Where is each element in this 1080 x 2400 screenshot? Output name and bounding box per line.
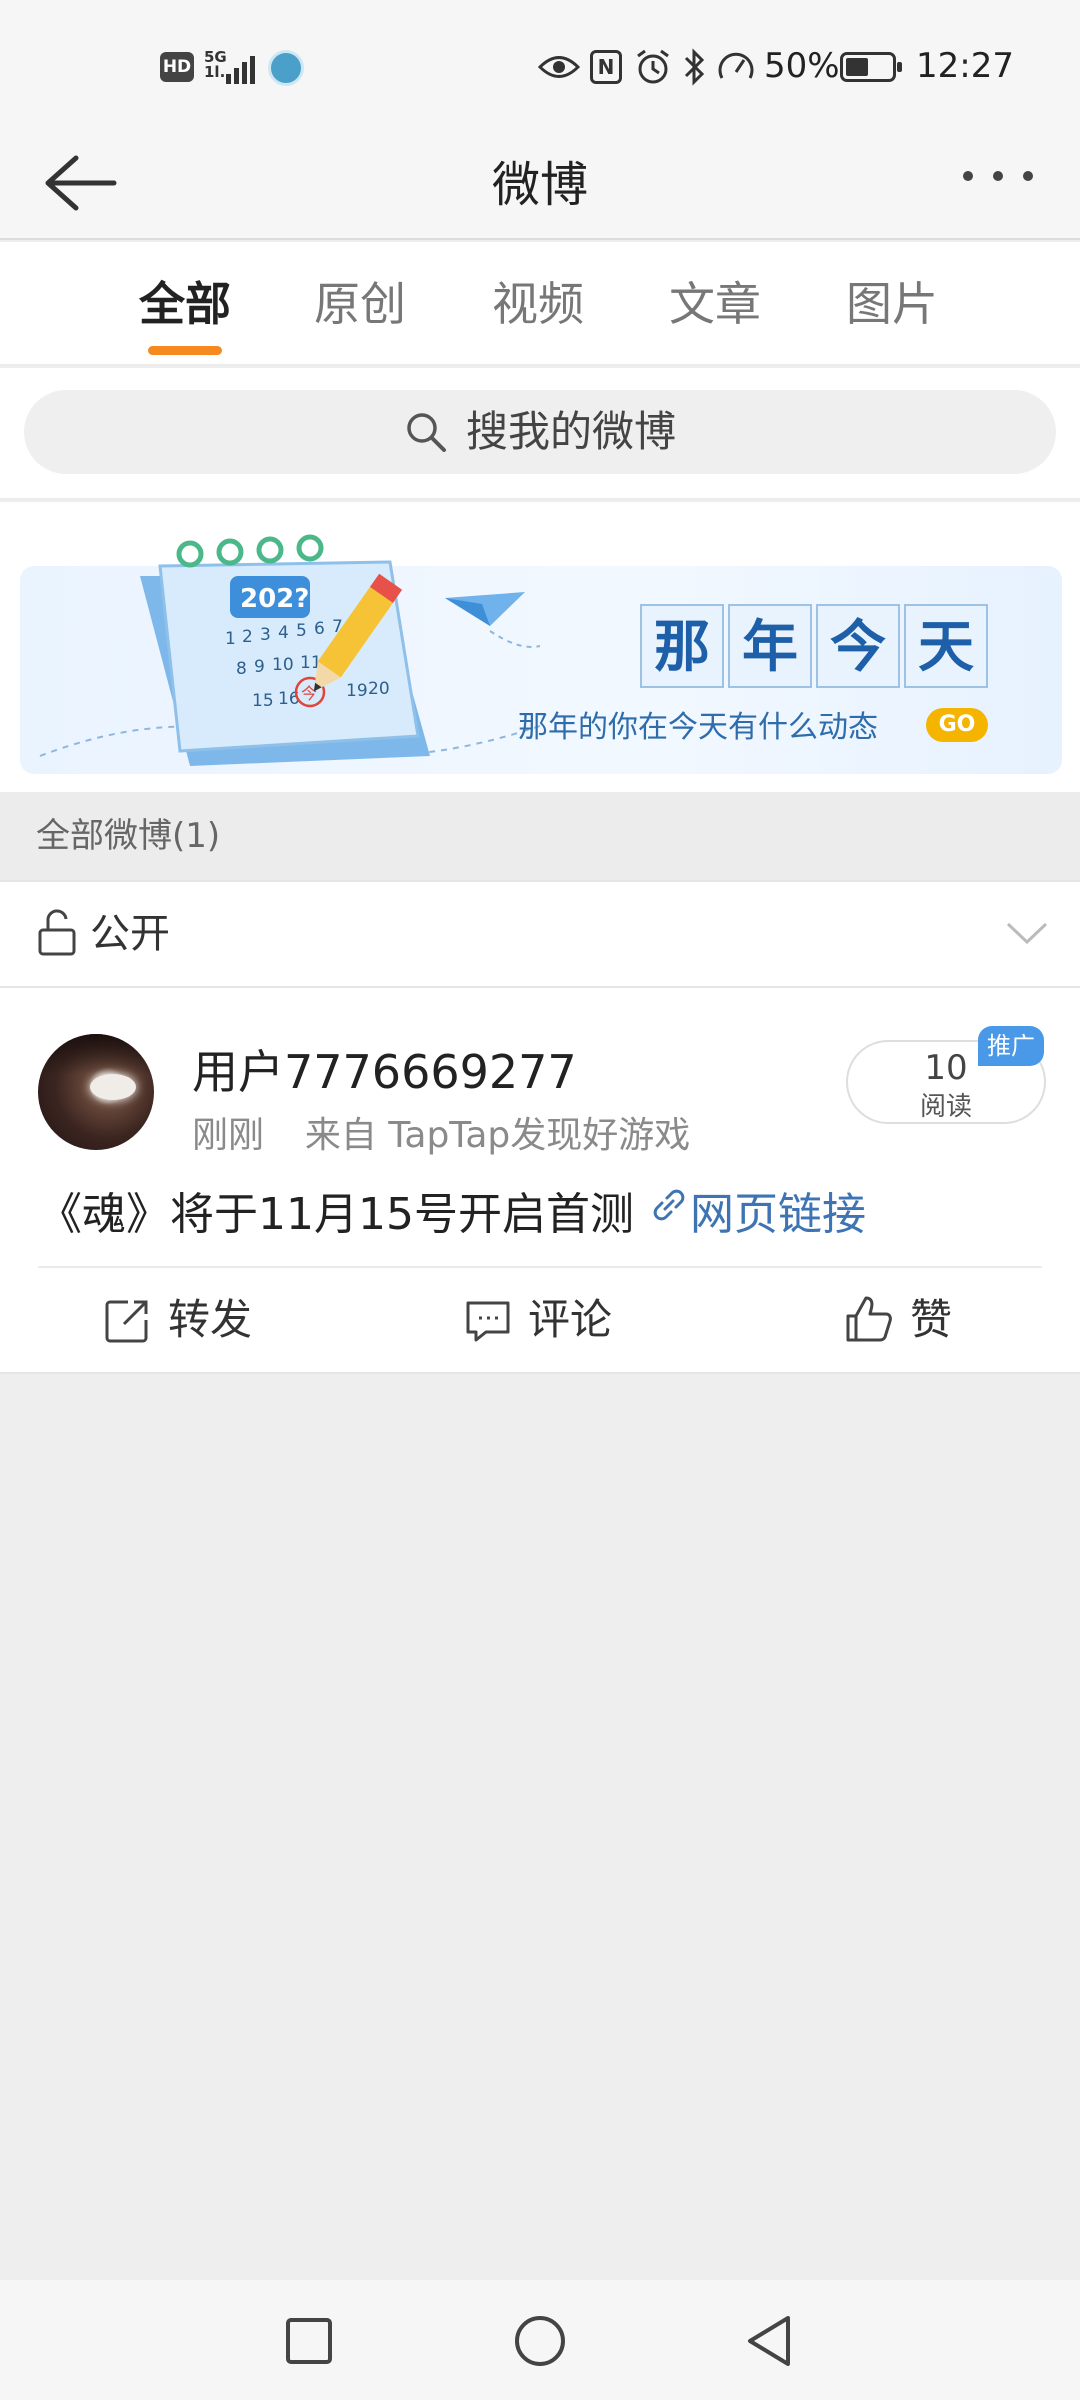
calendar-number: 10	[272, 655, 294, 675]
web-link[interactable]: 网页链接	[690, 1178, 866, 1242]
filter-tabs: 全部 原创 视频 文章 图片	[0, 242, 1080, 366]
search-icon	[407, 413, 446, 452]
banner-char-2: 年	[728, 604, 812, 688]
banner-char-3: 今	[816, 604, 900, 688]
tab-article[interactable]: 文章	[645, 242, 785, 366]
promo-tag: 推广	[978, 1026, 1044, 1066]
banner-char-1: 那	[640, 604, 724, 688]
like-icon	[846, 1296, 892, 1342]
back-nav-icon[interactable]	[744, 2314, 794, 2368]
tab-video[interactable]: 视频	[468, 242, 608, 366]
active-tab-indicator	[148, 346, 222, 355]
post-source[interactable]: 来自 TapTap发现好游戏	[305, 1115, 690, 1156]
bluetooth-icon	[684, 48, 705, 86]
post-time: 刚刚	[192, 1115, 265, 1156]
calendar-number: 5	[296, 621, 307, 641]
read-label: 阅读	[919, 1092, 972, 1122]
calendar-year: 202?	[240, 584, 309, 614]
banner-subtitle: 那年的你在今天有什么动态	[518, 710, 878, 745]
calendar-number: 20	[368, 679, 390, 699]
go-badge[interactable]: GO	[926, 708, 988, 742]
battery-percent: 50%	[764, 46, 840, 86]
speed-icon	[718, 52, 754, 79]
post-content: 《魂》将于11月15号开启首测	[38, 1189, 634, 1240]
banner-char-4: 天	[904, 604, 988, 688]
eye-icon	[538, 56, 580, 78]
calendar-number: 9	[254, 657, 265, 677]
unlock-icon	[38, 909, 76, 956]
comment-icon	[466, 1301, 510, 1342]
nfc-icon: N	[590, 50, 622, 84]
post-count-label: 全部微博(1)	[36, 816, 221, 856]
hd-icon: HD	[160, 52, 194, 82]
app-notification-icon	[268, 50, 304, 86]
like-button[interactable]: 赞	[910, 1268, 952, 1372]
search-placeholder: 搜我的微博	[466, 407, 677, 456]
post-username[interactable]: 用户7776669277	[192, 1036, 577, 1102]
alarm-icon	[637, 49, 669, 84]
home-icon[interactable]	[513, 2314, 567, 2368]
recent-apps-icon[interactable]	[284, 2316, 334, 2366]
comment-button[interactable]: 评论	[528, 1268, 612, 1372]
calendar-number: 1	[225, 629, 236, 649]
signal-bars-icon	[226, 56, 255, 84]
calendar-pencil-illustration: 202? 1 2 3 4 5 6 7 8 9 10 11 12 15 16 19…	[39, 534, 540, 766]
calendar-number: 19	[346, 681, 368, 701]
calendar-number: 3	[260, 625, 271, 645]
more-options-icon[interactable]	[960, 166, 1036, 186]
link-icon	[653, 1189, 685, 1221]
avatar[interactable]	[38, 1034, 154, 1150]
repost-icon	[105, 1300, 148, 1343]
privacy-label: 公开	[90, 911, 170, 957]
5g-signal-icon: 5G 1l.	[204, 48, 227, 81]
calendar-number: 2	[242, 627, 253, 647]
chevron-down-icon[interactable]	[1004, 918, 1050, 948]
page-title: 微博	[491, 157, 588, 213]
tab-original[interactable]: 原创	[290, 242, 430, 366]
clock: 12:27	[916, 46, 1014, 86]
calendar-number: 6	[314, 619, 325, 639]
repost-button[interactable]: 转发	[168, 1268, 252, 1372]
calendar-number: 8	[236, 659, 247, 679]
battery-icon	[840, 52, 902, 82]
post-meta: 刚刚 来自 TapTap发现好游戏	[192, 1106, 690, 1158]
calendar-number: 15	[252, 691, 274, 711]
calendar-number: 4	[278, 623, 289, 643]
tab-picture[interactable]: 图片	[822, 242, 962, 366]
